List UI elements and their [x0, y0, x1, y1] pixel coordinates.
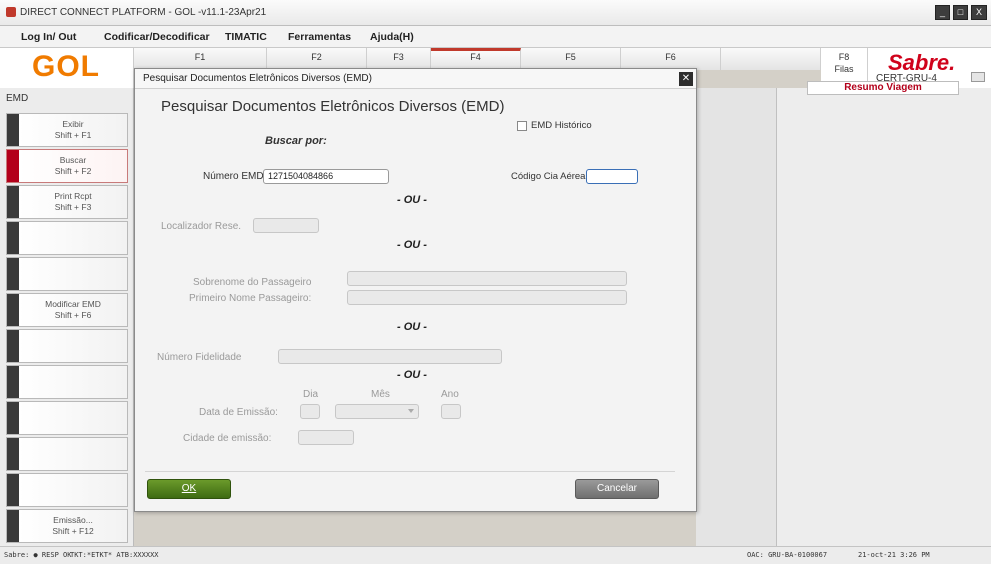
ok-button[interactable]: OK: [147, 479, 231, 499]
fkey-label: F5: [565, 52, 576, 62]
app-icon: [6, 7, 16, 17]
sidebar-button-modificar-emd[interactable]: Modificar EMD Shift + F6: [6, 293, 128, 327]
fkey-label: F1: [194, 52, 206, 62]
sidebar-button-shortcut: Shift + F1: [54, 130, 92, 140]
close-window-button[interactable]: X: [971, 5, 987, 20]
localizador-label: Localizador Rese.: [161, 221, 242, 232]
fkey-f7[interactable]: [721, 48, 821, 70]
emd-search-dialog: Pesquisar Documentos Eletrônicos Diverso…: [134, 68, 697, 512]
title-bar: DIRECT CONNECT PLATFORM - GOL -v11.1-23A…: [0, 0, 991, 26]
fkey-label: F4: [470, 52, 481, 62]
maximize-button[interactable]: □: [953, 5, 968, 20]
emd-sidebar: EMD Exibir Shift + F1 Buscar Shift + F2 Pr…: [0, 88, 134, 546]
datetime-status: 21-oct-21 3:26 PM: [858, 551, 930, 559]
ou-separator: - OU -: [397, 321, 427, 333]
sobrenome-field[interactable]: [347, 271, 627, 286]
fkey-label: F2: [311, 52, 322, 62]
codigo-cia-label: Código Cia Aérea: [511, 171, 586, 182]
resumo-viagem-panel: Resumo Viagem: [776, 81, 991, 546]
ou-separator: - OU -: [397, 239, 427, 251]
sidebar-button-shortcut: Shift + F3: [54, 202, 92, 212]
sidebar-button-buscar[interactable]: Buscar Shift + F2: [6, 149, 128, 183]
fkey-label: F8: [838, 52, 850, 62]
primeiro-nome-label: Primeiro Nome Passageiro:: [189, 293, 312, 304]
background-panel: [696, 88, 776, 546]
emd-historico-label: EMD Histórico: [531, 120, 592, 131]
sidebar-button-label: Print Rcpt: [54, 191, 92, 201]
sidebar-button-label: Modificar EMD: [45, 299, 101, 309]
sabre-status: Sabre: ● RESP OK: [4, 551, 72, 559]
menu-timatic[interactable]: TIMATIC: [225, 31, 267, 43]
emd-historico-checkbox[interactable]: [517, 121, 527, 131]
fkey-f6[interactable]: F6: [621, 48, 721, 70]
sidebar-button-label: Buscar: [59, 155, 87, 165]
cidade-emissao-field[interactable]: [298, 430, 354, 445]
sidebar-button-empty[interactable]: [6, 437, 128, 471]
menu-ajuda[interactable]: Ajuda(H): [370, 31, 414, 43]
menu-login[interactable]: Log In/ Out: [21, 31, 76, 43]
dialog-title: Pesquisar Documentos Eletrônicos Diverso…: [135, 69, 696, 89]
resumo-viagem-title: Resumo Viagem: [807, 81, 959, 95]
ano-field[interactable]: [441, 404, 461, 419]
sidebar-button-empty[interactable]: [6, 257, 128, 291]
sidebar-button-empty[interactable]: [6, 365, 128, 399]
sidebar-button-print-rcpt[interactable]: Print Rcpt Shift + F3: [6, 185, 128, 219]
minimize-button[interactable]: _: [935, 5, 950, 20]
menu-bar: Log In/ Out Codificar/Decodificar TIMATI…: [0, 26, 991, 48]
menu-codificar[interactable]: Codificar/Decodificar: [104, 31, 210, 43]
chevron-down-icon: [408, 409, 414, 413]
fkey-f4[interactable]: F4: [431, 48, 521, 70]
menu-ferramentas[interactable]: Ferramentas: [288, 31, 351, 43]
function-key-bar: F1 F2 F3 F4 F5 F6 F8 Filas: [134, 48, 990, 88]
ou-separator: - OU -: [397, 194, 427, 206]
numero-emd-label: Número EMD:: [203, 171, 267, 182]
fidelidade-field[interactable]: [278, 349, 502, 364]
dialog-heading: Pesquisar Documentos Eletrônicos Diverso…: [161, 98, 505, 115]
dia-label: Dia: [303, 389, 319, 400]
fkey-f3[interactable]: F3: [367, 48, 431, 70]
search-by-label: Buscar por:: [265, 135, 327, 147]
ou-separator: - OU -: [397, 369, 427, 381]
sidebar-button-empty[interactable]: [6, 329, 128, 363]
dialog-divider: [145, 471, 675, 472]
mes-select[interactable]: [335, 404, 419, 419]
fkey-f2[interactable]: F2: [267, 48, 367, 70]
localizador-field[interactable]: [253, 218, 319, 233]
fkey-f1[interactable]: F1: [134, 48, 267, 70]
fkey-label: F6: [665, 52, 676, 62]
sidebar-button-shortcut: Shift + F12: [52, 526, 94, 536]
fkey-sub: Filas: [834, 64, 854, 74]
codigo-cia-field[interactable]: [586, 169, 638, 184]
oac-status: OAC: GRU-BA-0100067: [747, 551, 828, 559]
sidebar-button-emissao[interactable]: Emissão... Shift + F12: [6, 509, 128, 543]
dialog-close-button[interactable]: ✕: [679, 72, 693, 86]
sobrenome-label: Sobrenome do Passageiro: [193, 277, 312, 288]
sidebar-title: EMD: [6, 93, 29, 104]
printer-icon[interactable]: [971, 72, 985, 82]
cidade-emissao-label: Cidade de emissão:: [183, 433, 272, 444]
dia-field[interactable]: [300, 404, 320, 419]
data-emissao-label: Data de Emissão:: [199, 407, 278, 418]
sidebar-button-empty[interactable]: [6, 473, 128, 507]
gol-logo: GOL: [32, 50, 100, 83]
fidelidade-label: Número Fidelidade: [157, 352, 242, 363]
sidebar-button-label: Exibir: [62, 119, 84, 129]
ano-label: Ano: [441, 389, 459, 400]
primeiro-nome-field[interactable]: [347, 290, 627, 305]
sidebar-button-empty[interactable]: [6, 401, 128, 435]
ticket-status: TKT:*ETKT* ATB:XXXXXX: [70, 551, 159, 559]
sidebar-button-empty[interactable]: [6, 221, 128, 255]
cancel-button[interactable]: Cancelar: [575, 479, 659, 499]
sidebar-button-shortcut: Shift + F2: [54, 166, 92, 176]
status-bar: Sabre: ● RESP OK TKT:*ETKT* ATB:XXXXXX O…: [0, 546, 991, 564]
sidebar-button-label: Emissão...: [53, 515, 93, 525]
mes-label: Mês: [371, 389, 390, 400]
fkey-label: F3: [393, 52, 404, 62]
fkey-f5[interactable]: F5: [521, 48, 621, 70]
gol-logo-area: GOL: [0, 48, 134, 88]
window-title: DIRECT CONNECT PLATFORM - GOL -v11.1-23A…: [20, 7, 267, 18]
sidebar-button-exibir[interactable]: Exibir Shift + F1: [6, 113, 128, 147]
numero-emd-field[interactable]: 1271504084866: [263, 169, 389, 184]
sidebar-button-shortcut: Shift + F6: [54, 310, 92, 320]
